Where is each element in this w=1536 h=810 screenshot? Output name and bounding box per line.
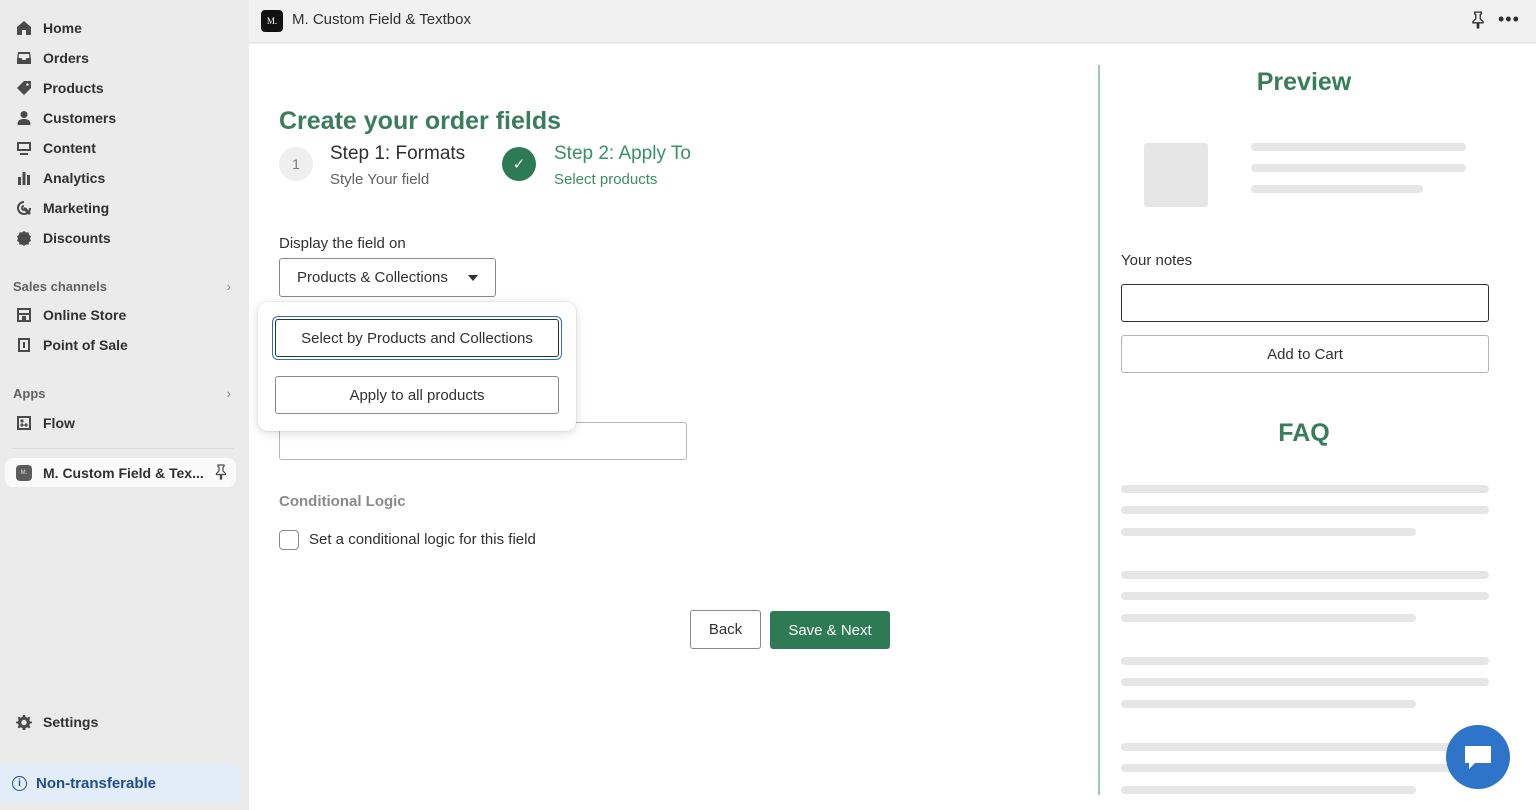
store-icon <box>15 306 33 324</box>
step2-title[interactable]: Step 2: Apply To <box>554 143 691 165</box>
nav-flow[interactable]: Flow <box>12 410 75 436</box>
nav-customers[interactable]: Customers <box>12 105 116 131</box>
app-header: M. M. Custom Field & Textbox ••• <box>249 0 1536 43</box>
chevron-right-icon: › <box>226 278 231 294</box>
app-logo: M. <box>261 10 283 32</box>
skeleton-line <box>1121 592 1489 600</box>
nav-home[interactable]: Home <box>12 15 82 41</box>
caret-down-icon <box>468 275 478 281</box>
apps-header[interactable]: Apps › <box>13 383 231 403</box>
skeleton-line <box>1251 164 1466 172</box>
save-next-button[interactable]: Save & Next <box>770 611 890 649</box>
nav-marketing[interactable]: Marketing <box>12 195 109 221</box>
nav-products[interactable]: Products <box>12 75 104 101</box>
flow-icon <box>15 414 33 432</box>
page-title: Create your order fields <box>279 107 562 135</box>
nav-orders[interactable]: Orders <box>12 45 89 71</box>
skeleton-line <box>1121 506 1489 514</box>
nav-online-store[interactable]: Online Store <box>12 302 126 328</box>
skeleton-line <box>1121 571 1489 579</box>
add-to-cart-button[interactable]: Add to Cart <box>1121 335 1489 373</box>
nav-label: Marketing <box>43 200 110 216</box>
product-image-placeholder <box>1144 143 1208 207</box>
sales-channels-label: Sales channels <box>13 278 107 294</box>
bar-chart-icon <box>15 169 33 187</box>
option-apply-all-products[interactable]: Apply to all products <box>275 376 559 414</box>
chat-button[interactable] <box>1446 725 1510 789</box>
skeleton-line <box>1251 185 1423 193</box>
target-icon <box>15 199 33 217</box>
sidebar: Home Orders Products Customers Content A… <box>0 0 249 810</box>
active-app-label: M. Custom Field & Tex... <box>43 464 204 481</box>
nav-label: Analytics <box>43 170 106 186</box>
conditional-logic-heading: Conditional Logic <box>279 493 406 510</box>
info-icon: i <box>12 775 27 791</box>
nav-label: Online Store <box>43 307 127 323</box>
skeleton-line <box>1121 485 1489 493</box>
option-select-by-products-collections[interactable]: Select by Products and Collections <box>275 319 559 357</box>
person-icon <box>15 109 33 127</box>
nav-label: Point of Sale <box>43 337 128 353</box>
notes-input[interactable] <box>1121 284 1489 322</box>
gear-icon <box>15 713 33 731</box>
nav-discounts[interactable]: Discounts <box>12 225 111 251</box>
conditional-logic-checkbox-label[interactable]: Set a conditional logic for this field <box>309 531 536 548</box>
conditional-logic-checkbox[interactable] <box>279 530 299 550</box>
skeleton-line <box>1251 143 1466 151</box>
skeleton-line <box>1121 657 1489 665</box>
skeleton-line <box>1121 786 1416 794</box>
nav-label: Flow <box>43 415 75 431</box>
display-field-label: Display the field on <box>279 235 406 252</box>
skeleton-line <box>1121 743 1489 751</box>
app-title: M. Custom Field & Textbox <box>292 11 471 28</box>
nav-label: Orders <box>43 50 89 66</box>
chevron-right-icon: › <box>226 385 231 401</box>
nav-settings[interactable]: Settings <box>12 709 98 735</box>
sidebar-item-active-app[interactable]: M. M. Custom Field & Tex... <box>5 458 236 487</box>
non-transferable-label: Non-transferable <box>36 774 157 792</box>
skeleton-line <box>1121 700 1416 708</box>
back-button[interactable]: Back <box>690 610 761 649</box>
app-logo-icon: M. <box>16 464 32 481</box>
sales-channels-header[interactable]: Sales channels › <box>13 276 231 296</box>
skeleton-line <box>1121 528 1416 536</box>
pin-icon[interactable] <box>1470 11 1486 29</box>
display-field-dropdown: Select by Products and Collections Apply… <box>258 302 576 431</box>
skeleton-line <box>1121 614 1416 622</box>
preview-title: Preview <box>1256 68 1352 96</box>
inbox-icon <box>15 49 33 67</box>
more-actions-icon[interactable]: ••• <box>1498 9 1520 30</box>
nav-label: Home <box>43 20 82 36</box>
non-transferable-badge[interactable]: i Non-transferable <box>0 764 240 802</box>
notes-label: Your notes <box>1121 252 1193 269</box>
pin-icon[interactable] <box>214 464 228 480</box>
content-icon <box>15 139 33 157</box>
home-icon <box>15 19 33 37</box>
display-field-select[interactable]: Products & Collections <box>279 258 496 297</box>
pos-icon <box>15 336 33 354</box>
step1-number[interactable]: 1 <box>279 147 313 181</box>
nav-analytics[interactable]: Analytics <box>12 165 105 191</box>
nav-label: Settings <box>43 714 99 730</box>
faq-title: FAQ <box>1278 419 1330 447</box>
tag-icon <box>15 79 33 97</box>
nav-label: Content <box>43 140 96 156</box>
skeleton-line <box>1121 678 1489 686</box>
discount-icon <box>15 229 33 247</box>
step1-title[interactable]: Step 1: Formats <box>330 143 465 165</box>
check-icon: ✓ <box>502 147 536 181</box>
step2-subtitle: Select products <box>554 171 658 188</box>
sidebar-divider <box>12 448 234 449</box>
nav-label: Products <box>43 80 104 96</box>
apps-label: Apps <box>13 385 46 401</box>
skeleton-line <box>1121 764 1489 772</box>
nav-content[interactable]: Content <box>12 135 96 161</box>
nav-label: Customers <box>43 110 117 126</box>
nav-point-of-sale[interactable]: Point of Sale <box>12 332 128 358</box>
nav-label: Discounts <box>43 230 111 246</box>
chat-icon <box>1465 746 1491 769</box>
display-field-value: Products & Collections <box>297 269 448 286</box>
step1-subtitle: Style Your field <box>330 171 430 188</box>
